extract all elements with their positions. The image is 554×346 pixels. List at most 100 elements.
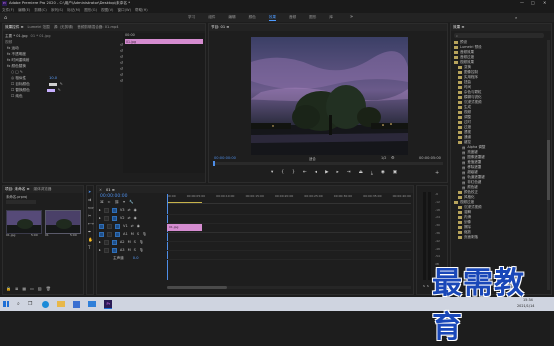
track-target-button[interactable] [115, 231, 120, 237]
add-marker-icon[interactable]: ▾ [271, 170, 273, 176]
track-select-icon[interactable]: ⇉ [88, 197, 94, 202]
program-timecode-left[interactable]: 00:00:00:00 [214, 156, 236, 160]
replace-color-swatch[interactable] [46, 88, 55, 92]
ripple-edit-icon[interactable]: ⟺ [88, 205, 94, 210]
workspace-audio[interactable]: 音频 [289, 15, 296, 21]
effects-scroll-thumb[interactable] [547, 140, 550, 200]
mute-button[interactable]: M [128, 248, 131, 252]
explorer-icon[interactable] [57, 301, 66, 307]
tab-program[interactable]: 节目: 01 ≡ [211, 25, 229, 30]
hand-tool-icon[interactable]: ✋ [88, 237, 94, 242]
workspace-more-icon[interactable]: » [350, 14, 353, 20]
source-clip-label[interactable]: 主要 * 01.jpg [5, 34, 28, 39]
project-search[interactable] [6, 200, 36, 204]
step-back-icon[interactable]: ◂ [315, 170, 317, 176]
lock-track-icon[interactable] [103, 239, 109, 245]
tab-effects[interactable]: 效果 ≡ [453, 25, 464, 30]
solo-right-button[interactable]: S [427, 284, 429, 288]
type-tool-icon[interactable]: T [88, 245, 94, 250]
mute-button[interactable]: M [131, 232, 134, 236]
source-patch-icon[interactable]: ▸ [99, 248, 101, 252]
settings-wrench-icon[interactable]: 🔧 [129, 200, 133, 204]
target-color-swatch[interactable] [48, 82, 57, 86]
tab-effect-controls[interactable]: 效果控件 ≡ [5, 25, 24, 30]
extract-icon[interactable]: ⤓ [371, 170, 373, 176]
sync-icon[interactable]: ⇄ [128, 216, 131, 220]
eye-icon[interactable]: ◉ [134, 216, 137, 220]
mark-out-icon[interactable]: } [292, 170, 295, 176]
effects-search[interactable]: ⌕ [454, 33, 544, 38]
track-target-button[interactable] [115, 223, 120, 229]
track-target-button[interactable] [111, 239, 117, 245]
lock-track-icon[interactable] [103, 247, 109, 253]
similarity-value[interactable]: 10.0 [49, 76, 57, 80]
lock-track-icon[interactable] [107, 223, 112, 229]
lift-icon[interactable]: ⏏ [359, 170, 363, 176]
sync-icon[interactable]: ⇄ [128, 208, 131, 212]
menu-graphics[interactable]: 图形(G) [84, 8, 97, 13]
solo-left-button[interactable]: S [423, 284, 425, 288]
mic-icon[interactable]: 🎙 [139, 240, 144, 244]
workspace-effects[interactable]: 效果 [268, 15, 276, 21]
close-button[interactable]: ✕ [543, 0, 546, 5]
export-frame-icon[interactable]: ◉ [381, 170, 385, 176]
menu-sequence[interactable]: 序列(S) [51, 8, 63, 13]
tree-item[interactable]: 页面剥落 [454, 235, 544, 240]
fx-color-replace-row[interactable]: fx 颜色替换 [7, 64, 26, 69]
source-patch-icon[interactable]: ▸ [99, 240, 101, 244]
timeline-timecode[interactable]: 00:00:00:00 [100, 194, 127, 199]
add-marker-icon[interactable]: ▾ [123, 200, 125, 204]
snap-icon[interactable]: ⊂ [108, 200, 111, 204]
effects-scrollbar[interactable] [547, 40, 550, 290]
fx-time-remap-row[interactable]: fx 时间重映射 [7, 58, 30, 63]
selection-tool-icon[interactable]: ➤ [88, 189, 94, 194]
edge-icon[interactable] [42, 300, 50, 308]
lock-track-icon[interactable] [103, 215, 109, 221]
eyedropper-icon[interactable]: ✎ [60, 82, 63, 86]
solo-button[interactable]: S [134, 240, 136, 244]
icon-view-icon[interactable]: ▦ [22, 286, 26, 291]
program-ratio-select[interactable]: 1/2 [381, 156, 386, 160]
mute-button[interactable]: M [128, 240, 131, 244]
timeline-ruler[interactable]: 00:00 00:00:05:00 00:00:10:00 00:00:15:0… [167, 194, 411, 204]
track-target-button[interactable] [111, 207, 117, 213]
workspace-assembly[interactable]: 组件 [208, 15, 215, 21]
close-sequence-icon[interactable]: ✕ [99, 188, 102, 192]
nest-icon[interactable]: ⌘ [100, 200, 104, 204]
task-view-icon[interactable]: ❐ [28, 301, 32, 307]
go-to-in-icon[interactable]: ⇤ [303, 170, 307, 176]
search-icon[interactable]: ⌕ [515, 15, 517, 20]
menu-file[interactable]: 文件(F) [2, 8, 14, 13]
timeline-clip[interactable]: 01.jpg [167, 224, 202, 231]
sync-icon[interactable]: ⇄ [131, 224, 134, 228]
home-icon[interactable]: ⌂ [4, 15, 7, 21]
track-lane-v1[interactable]: 01.jpg [167, 224, 411, 233]
workspace-graphics[interactable]: 图形 [309, 15, 316, 21]
reset-icon[interactable]: ↺ [120, 78, 123, 84]
list-view-icon[interactable]: ≣ [15, 286, 18, 291]
new-item-icon[interactable]: ▨ [38, 286, 42, 291]
program-scrub-bar[interactable] [213, 161, 443, 166]
razor-icon[interactable]: ✂ [88, 213, 94, 218]
master-track-value[interactable]: 0.0 [133, 256, 139, 260]
workspace-libraries[interactable]: 库 [329, 15, 333, 21]
source-patch-button[interactable] [99, 231, 104, 237]
button-editor-icon[interactable]: + [435, 170, 439, 176]
workspace-learning[interactable]: 学习 [188, 15, 195, 21]
tab-lumetri-scopes[interactable]: Lumetri 范围 [28, 25, 50, 30]
mic-icon[interactable]: 🎙 [142, 232, 147, 236]
linked-select-icon[interactable]: ⛓ [115, 200, 120, 204]
timeline-h-scrollbar[interactable] [167, 286, 411, 289]
menu-clip[interactable]: 剪辑(C) [34, 8, 47, 13]
track-lane-a2[interactable] [167, 242, 411, 251]
eye-icon[interactable]: ◉ [134, 208, 137, 212]
minimize-button[interactable]: — [520, 0, 524, 5]
maximize-button[interactable]: □ [531, 0, 535, 5]
source-patch-button[interactable] [99, 223, 104, 229]
solo-button[interactable]: S [137, 232, 139, 236]
step-forward-icon[interactable]: ▸ [337, 170, 339, 176]
track-lane-v2[interactable] [167, 215, 411, 224]
menu-markers[interactable]: 标记(M) [67, 8, 80, 13]
mark-in-icon[interactable]: { [281, 170, 284, 176]
menu-edit[interactable]: 编辑(E) [18, 8, 30, 13]
